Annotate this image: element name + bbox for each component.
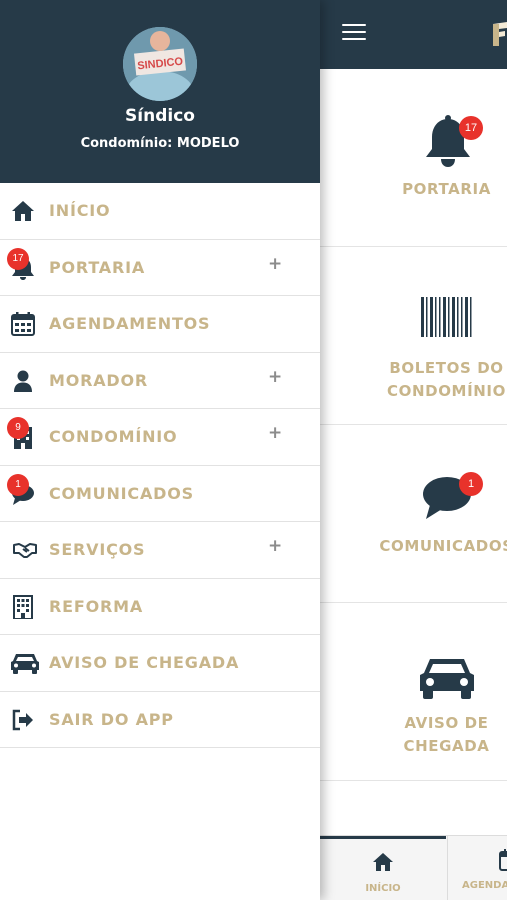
menu-label: CONDOMÍNIO — [49, 427, 178, 446]
menu-icon[interactable] — [342, 24, 366, 42]
navigation-drawer: SINDICO Síndico Condomínio: MODELO INÍCI… — [0, 0, 320, 900]
sign-out-icon — [12, 709, 33, 730]
tab-agendamentos[interactable]: AGENDAMENTOS — [447, 836, 507, 900]
user-icon — [14, 370, 32, 392]
expand-plus-icon[interactable]: + — [268, 536, 282, 556]
user-name: Síndico — [125, 106, 195, 126]
office-building-icon — [13, 594, 33, 619]
notification-badge: 1 — [7, 473, 29, 496]
menu-label: AGENDAMENTOS — [49, 314, 211, 333]
menu-label: REFORMA — [49, 596, 144, 616]
expand-plus-icon[interactable]: + — [268, 423, 282, 443]
home-icon — [12, 201, 34, 221]
tab-label: AGENDAMENTOS — [462, 880, 507, 891]
menu-label: SAIR DO APP — [49, 709, 174, 729]
tile-badge: 17 — [459, 116, 483, 140]
notification-badge: 17 — [7, 247, 29, 270]
tab-label: INÍCIO — [365, 883, 401, 894]
expand-plus-icon[interactable]: + — [268, 254, 282, 274]
barcode-icon — [421, 297, 472, 337]
menu-item-reforma[interactable]: REFORMA — [0, 579, 320, 635]
tile-comunicados[interactable]: 1 COMUNICADOS — [320, 425, 507, 603]
menu-label: SERVIÇOS — [49, 540, 146, 559]
car-icon — [420, 659, 474, 699]
avatar-photo: SINDICO — [123, 27, 197, 101]
tile-portaria[interactable]: 17 PORTARIA — [320, 69, 507, 247]
avatar[interactable]: SINDICO — [123, 27, 197, 101]
menu-label: INÍCIO — [49, 201, 111, 220]
tile-label: PORTARIA — [402, 180, 491, 198]
menu-item-portaria[interactable]: 17 PORTARIA + — [0, 240, 320, 296]
menu-item-inicio[interactable]: INÍCIO — [0, 183, 320, 240]
condo-value: MODELO — [176, 136, 240, 151]
drawer-header: SINDICO Síndico Condomínio: MODELO — [0, 0, 320, 183]
main-content: 17 PORTARIA BOLETOS DO CONDOMÍNIO 1 COMU… — [320, 0, 507, 900]
menu-item-morador[interactable]: MORADOR + — [0, 353, 320, 409]
menu-label: MORADOR — [49, 370, 149, 390]
calendar-icon — [11, 312, 35, 336]
bottom-tab-bar: INÍCIO AGENDAMENTOS — [320, 835, 507, 900]
tab-inicio[interactable]: INÍCIO — [320, 836, 446, 900]
notification-badge: 9 — [7, 417, 29, 439]
menu-label: AVISO DE CHEGADA — [49, 653, 240, 672]
tile-boletos[interactable]: BOLETOS DO CONDOMÍNIO — [320, 247, 507, 425]
condo-label: Condomínio: — [80, 136, 173, 151]
condo-info: Condomínio: MODELO — [0, 136, 320, 151]
expand-plus-icon[interactable]: + — [268, 367, 282, 387]
menu-item-condominio[interactable]: 9 CONDOMÍNIO + — [0, 409, 320, 466]
menu-label: COMUNICADOS — [49, 483, 194, 503]
menu-item-aviso-chegada[interactable]: AVISO DE CHEGADA — [0, 635, 320, 692]
menu-item-agendamentos[interactable]: AGENDAMENTOS — [0, 296, 320, 353]
menu-item-servicos[interactable]: SERVIÇOS + — [0, 522, 320, 579]
tile-badge: 1 — [459, 472, 483, 496]
menu-item-sair[interactable]: SAIR DO APP — [0, 692, 320, 748]
handshake-icon — [13, 543, 37, 558]
drawer-menu: INÍCIO 17 PORTARIA + AGENDAMENTOS MORADO… — [0, 183, 320, 748]
menu-label: PORTARIA — [49, 257, 146, 277]
menu-item-comunicados[interactable]: 1 COMUNICADOS — [0, 466, 320, 522]
tile-aviso-chegada[interactable]: AVISO DE CHEGADA — [320, 603, 507, 781]
tile-label: BOLETOS DO CONDOMÍNIO — [387, 359, 506, 400]
tile-label: COMUNICADOS — [379, 537, 507, 555]
home-icon — [373, 853, 393, 871]
calendar-icon — [499, 849, 507, 871]
app-logo — [493, 22, 507, 46]
app-header — [320, 0, 507, 69]
car-icon — [11, 654, 39, 674]
tile-label: AVISO DE CHEGADA — [403, 714, 490, 755]
